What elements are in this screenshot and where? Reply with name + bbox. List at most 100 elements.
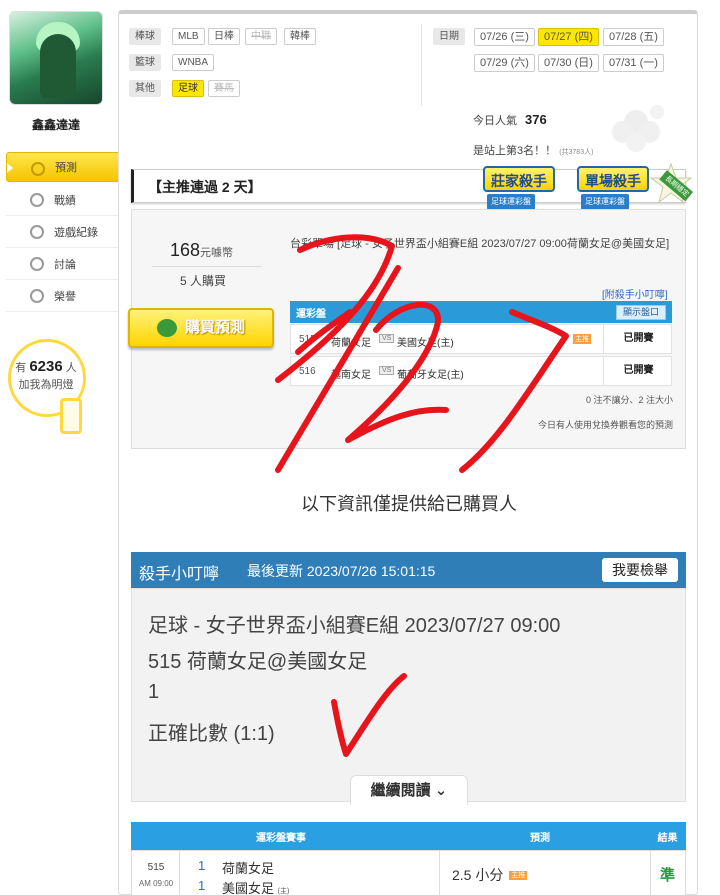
- chip-cpbl: 中職: [245, 28, 277, 45]
- nav-label: 討論: [54, 258, 76, 271]
- filter-label-other: 其他: [129, 80, 161, 97]
- buy-prediction-button[interactable]: 購買預測: [128, 308, 274, 348]
- last-updated: 最後更新 2023/07/26 15:01:15: [247, 563, 436, 579]
- table-row: 516 越南女足 VS 葡萄牙女足(主) 已開賽: [290, 356, 672, 386]
- divider: [152, 266, 262, 267]
- badge-ribbon: 足球運彩盤: [487, 194, 535, 210]
- date-0730[interactable]: 07/30 (日): [538, 54, 599, 72]
- killer-tips-title: 殺手小叮嚀: [139, 566, 220, 583]
- show-odds-button[interactable]: 顯示盤口: [615, 305, 666, 320]
- chip-wnba[interactable]: WNBA: [172, 54, 214, 71]
- sidebar: 鑫鑫達達 預測 戰績 遊戲紀錄 討論 榮譽 有 6236 人 加我為明燈: [0, 0, 122, 895]
- award-icon: [30, 289, 44, 303]
- badge-single-killer: 單場殺手: [577, 166, 649, 192]
- chip-kbo[interactable]: 韓棒: [284, 28, 316, 45]
- col-divider: [650, 851, 651, 895]
- filter-label-baseball: 棒球: [129, 28, 161, 45]
- nav-item-honor[interactable]: 榮譽: [6, 280, 118, 312]
- side-nav: 預測 戰績 遊戲紀錄 討論 榮譽: [6, 152, 122, 312]
- main-pick-tag: 主推: [509, 871, 528, 880]
- team-away: 荷蘭女足: [222, 861, 275, 876]
- date-0726[interactable]: 07/26 (三): [474, 28, 535, 46]
- tip-line: 正確比數 (1:1): [148, 723, 275, 745]
- coin-icon: [156, 319, 177, 338]
- chip-mlb[interactable]: MLB: [172, 28, 205, 45]
- table-row: 515 荷蘭女足 VS 美國女足(主) 主推 已開賽: [290, 324, 672, 354]
- date-label: 日期: [433, 28, 465, 45]
- team-home: 美國女足(主): [397, 338, 454, 349]
- killer-tips-body: 足球 - 女子世界盃小組賽E組 2023/07/27 09:00 515 荷蘭女…: [131, 588, 686, 805]
- nav-label: 遊戲紀錄: [54, 226, 98, 239]
- nav-item-predict[interactable]: 預測: [6, 152, 122, 182]
- rank-text: 是站上第3名！！ (共3783人): [473, 145, 594, 157]
- follow-link[interactable]: 加我為明燈: [10, 376, 82, 392]
- bet-count-note: 0 注不讓分、2 注大小: [585, 395, 673, 405]
- mini-table-header: 運彩盤 顯示盤口: [290, 301, 672, 323]
- nav-label: 戰績: [54, 194, 76, 207]
- badge-ribbon: 足球運彩盤: [581, 194, 629, 210]
- date-0731[interactable]: 07/31 (一): [603, 54, 664, 72]
- price: 168元噱幣: [170, 240, 234, 260]
- match-time: AM 09:00: [138, 879, 174, 888]
- page: 鑫鑫達達 預測 戰績 遊戲紀錄 討論 榮譽 有 6236 人 加我為明燈 棒球 …: [0, 0, 720, 895]
- streak-text: 【主推連過 2 天】: [148, 179, 262, 195]
- cell-match-no: 515 AM 09:00: [132, 851, 180, 895]
- buyers-only-text: 以下資訊僅提供給已購買人: [301, 494, 517, 514]
- lightbulb-base: [60, 398, 82, 434]
- score-home: 1: [198, 878, 206, 893]
- prediction-box: 168元噱幣 5 人購買 購買預測 台彩單場 [足球 - 女子世界盃小組賽E組 …: [128, 209, 686, 449]
- vs-label: VS: [379, 334, 395, 343]
- nav-item-discuss[interactable]: 討論: [6, 248, 118, 280]
- col-header-match: 運彩盤賽事: [256, 833, 306, 844]
- date-0727[interactable]: 07/27 (四): [538, 28, 599, 46]
- col-header-result: 結果: [657, 833, 678, 844]
- chip-npb[interactable]: 日棒: [208, 28, 240, 45]
- tip-line: 1: [148, 681, 160, 703]
- team-away: 越南女足: [331, 370, 371, 381]
- date-0728[interactable]: 07/28 (五): [603, 28, 664, 46]
- chip-horse: 賽馬: [208, 80, 240, 97]
- date-0729[interactable]: 07/29 (六): [474, 54, 535, 72]
- record-icon: [30, 225, 44, 239]
- score-away: 1: [198, 858, 206, 873]
- badge-dealer-killer: 莊家殺手: [483, 166, 555, 192]
- result-table-header: 運彩盤賽事 預測 結果: [131, 822, 686, 850]
- nav-item-record[interactable]: 戰績: [6, 184, 118, 216]
- nav-item-game-log[interactable]: 遊戲紀錄: [6, 216, 118, 248]
- flower-icon: [612, 105, 664, 152]
- chip-soccer[interactable]: 足球: [172, 80, 204, 97]
- col-header-prediction: 預測: [530, 833, 550, 844]
- game-title: 台彩單場 [足球 - 女子世界盃小組賽E組 2023/07/27 09:00荷蘭…: [290, 238, 670, 250]
- match-status: 已開賽: [603, 357, 673, 385]
- read-more-button[interactable]: 繼續閱讀 ⌄: [350, 775, 468, 805]
- tip-line: 足球 - 女子世界盃小組賽E組 2023/07/27 09:00: [148, 615, 561, 637]
- main-panel: 棒球 MLB 日棒 中職 韓棒 籃球 WNBA 其他 足球 賽馬 日期 07/2…: [118, 10, 698, 895]
- buyer-count: 5 人購買: [180, 274, 227, 288]
- nav-label: 預測: [55, 162, 77, 174]
- match-no: 516: [299, 366, 316, 377]
- nav-label: 榮譽: [54, 290, 76, 303]
- result-value: 準: [660, 867, 676, 884]
- team-home: 美國女足 (主): [222, 881, 290, 895]
- match-status: 已開賽: [603, 325, 673, 353]
- main-pick-tag: 主推: [573, 334, 591, 344]
- mini-table-title: 運彩盤: [296, 309, 326, 320]
- chat-icon: [30, 193, 44, 207]
- username[interactable]: 鑫鑫達達: [0, 116, 112, 133]
- helper-link[interactable]: [附殺手小叮嚀]: [602, 286, 668, 301]
- report-button[interactable]: 我要檢舉: [602, 558, 678, 582]
- avatar[interactable]: [9, 11, 103, 105]
- tip-line: 515 荷蘭女足@美國女足: [148, 651, 368, 673]
- match-no: 515: [299, 334, 316, 345]
- table-row: 515 AM 09:00 1 荷蘭女足 1 美國女足 (主) 2.5 小分 主推…: [131, 850, 686, 895]
- team-home: 葡萄牙女足(主): [397, 370, 464, 381]
- killer-tips-header: 殺手小叮嚀 最後更新 2023/07/26 15:01:15 我要檢舉: [131, 552, 686, 588]
- target-icon: [31, 162, 45, 176]
- fans-count: 有 6236 人: [15, 358, 77, 375]
- popularity: 今日人氣 376: [473, 112, 547, 127]
- prediction-value: 2.5 小分 主推: [452, 867, 528, 883]
- voucher-note: 今日有人使用兌換券觀看您的預測: [537, 420, 673, 430]
- match-no: 515: [147, 862, 165, 873]
- star-icon: 長期穩定: [649, 162, 693, 204]
- cell-teams: 1 荷蘭女足 1 美國女足 (主): [180, 851, 440, 895]
